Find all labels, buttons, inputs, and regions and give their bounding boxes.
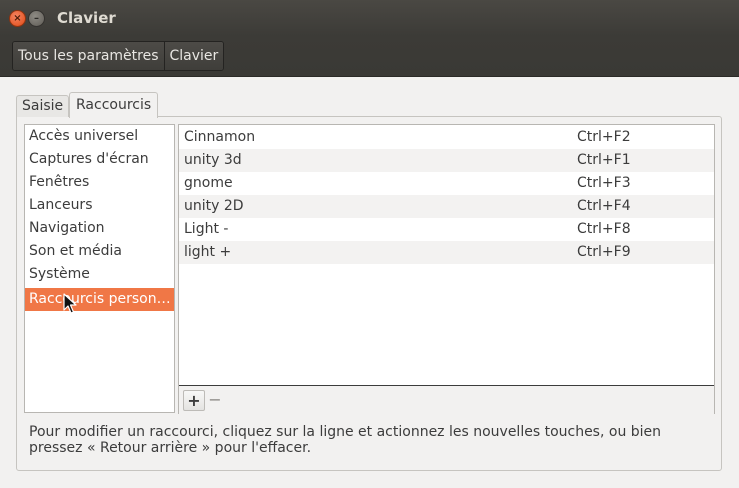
window-title: Clavier bbox=[57, 9, 116, 27]
title-bar: × – Clavier bbox=[0, 0, 739, 36]
category-item-captures[interactable]: Captures d'écran bbox=[25, 148, 174, 171]
mouse-cursor-icon bbox=[63, 293, 77, 314]
shortcut-key: Ctrl+F8 bbox=[577, 221, 631, 237]
shortcut-key: Ctrl+F2 bbox=[577, 129, 631, 145]
tab-saisie[interactable]: Saisie bbox=[16, 95, 70, 117]
category-list: Accès universel Captures d'écran Fenêtre… bbox=[24, 124, 175, 413]
category-item-navigation[interactable]: Navigation bbox=[25, 217, 174, 240]
shortcuts-toolbar: + − bbox=[179, 385, 714, 414]
table-row[interactable]: Light - Ctrl+F8 bbox=[179, 218, 714, 241]
add-shortcut-button[interactable]: + bbox=[183, 390, 205, 411]
category-item-son-media[interactable]: Son et média bbox=[25, 240, 174, 263]
shortcut-name: light + bbox=[184, 244, 232, 260]
category-item-lanceurs[interactable]: Lanceurs bbox=[25, 194, 174, 217]
category-item-raccourcis-personnalises[interactable]: Raccourcis person… bbox=[25, 288, 174, 311]
breadcrumb-all-settings[interactable]: Tous les paramètres bbox=[13, 42, 164, 70]
table-row[interactable]: unity 2D Ctrl+F4 bbox=[179, 195, 714, 218]
breadcrumb: Tous les paramètres Clavier bbox=[12, 41, 225, 71]
shortcut-name: unity 3d bbox=[184, 152, 242, 168]
help-text: Pour modifier un raccourci, cliquez sur … bbox=[29, 424, 662, 456]
remove-shortcut-button[interactable]: − bbox=[205, 390, 225, 409]
shortcut-key: Ctrl+F3 bbox=[577, 175, 631, 191]
shortcut-key: Ctrl+F1 bbox=[577, 152, 631, 168]
category-item-fenetres[interactable]: Fenêtres bbox=[25, 171, 174, 194]
shortcut-key: Ctrl+F4 bbox=[577, 198, 631, 214]
minimize-icon[interactable]: – bbox=[28, 10, 45, 27]
table-row[interactable]: gnome Ctrl+F3 bbox=[179, 172, 714, 195]
shortcut-name: gnome bbox=[184, 175, 233, 191]
table-row[interactable]: Cinnamon Ctrl+F2 bbox=[179, 126, 714, 149]
close-icon[interactable]: × bbox=[9, 10, 26, 27]
breadcrumb-keyboard[interactable]: Clavier bbox=[163, 42, 224, 70]
category-item-systeme[interactable]: Système bbox=[25, 263, 174, 286]
table-row[interactable]: unity 3d Ctrl+F1 bbox=[179, 149, 714, 172]
tab-raccourcis[interactable]: Raccourcis bbox=[69, 92, 159, 118]
breadcrumb-toolbar: Tous les paramètres Clavier bbox=[0, 36, 739, 77]
shortcut-name: Cinnamon bbox=[184, 129, 256, 145]
table-row[interactable]: light + Ctrl+F9 bbox=[179, 241, 714, 264]
shortcut-name: Light - bbox=[184, 221, 229, 237]
shortcut-name: unity 2D bbox=[184, 198, 244, 214]
shortcuts-table: Cinnamon Ctrl+F2 unity 3d Ctrl+F1 gnome … bbox=[178, 124, 715, 414]
shortcut-key: Ctrl+F9 bbox=[577, 244, 631, 260]
category-item-acces-universel[interactable]: Accès universel bbox=[25, 125, 174, 148]
